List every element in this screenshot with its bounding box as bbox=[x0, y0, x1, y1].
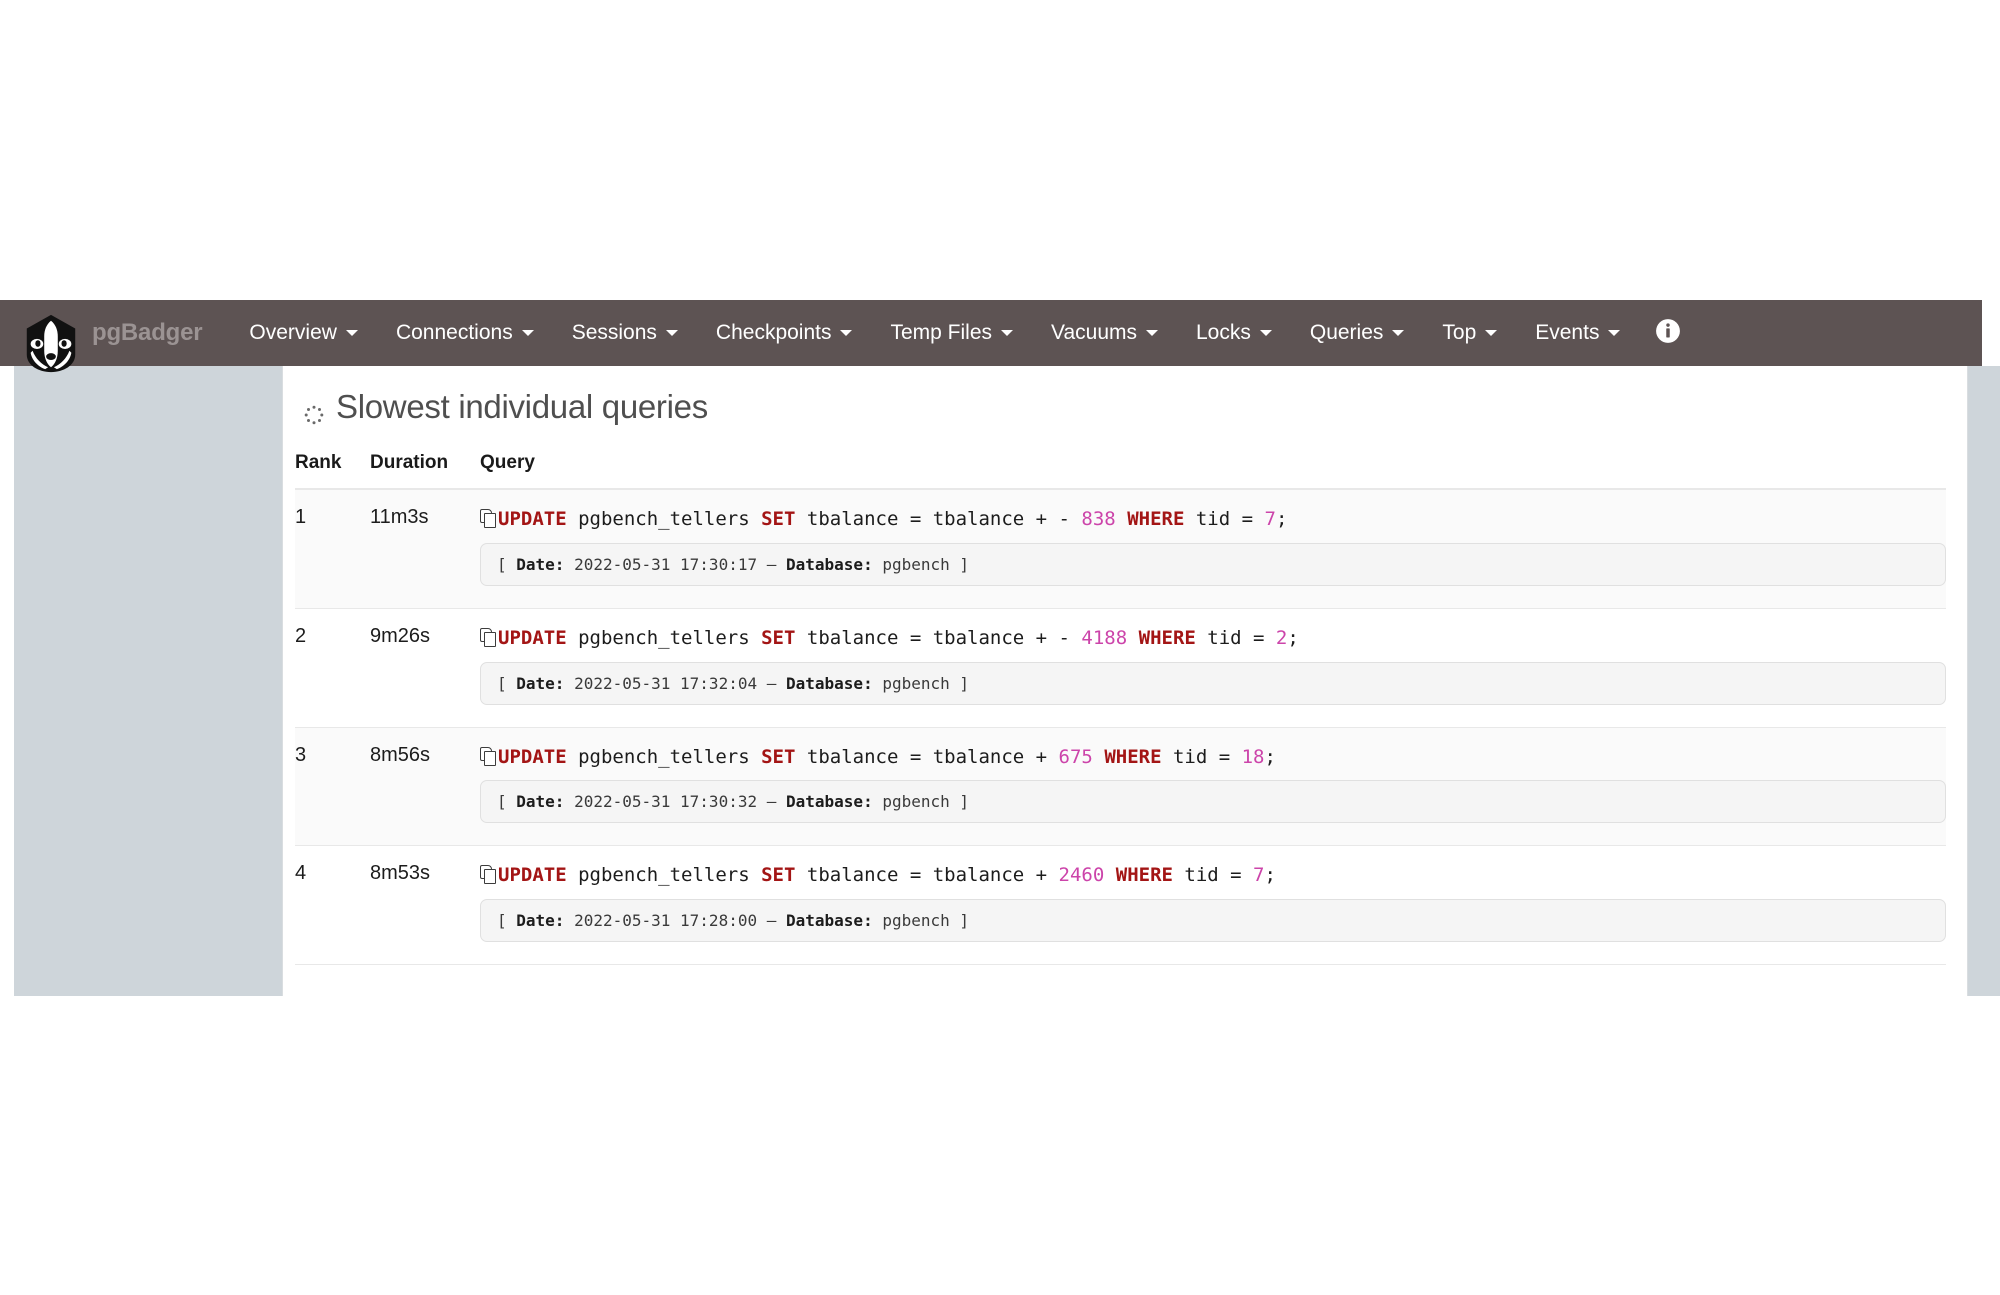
chevron-down-icon bbox=[840, 330, 853, 336]
nav-item-label: Overview bbox=[249, 321, 337, 344]
copy-icon[interactable] bbox=[480, 627, 497, 647]
cell-rank: 3 bbox=[295, 727, 370, 847]
chevron-down-icon bbox=[1608, 330, 1621, 336]
content-left-divider bbox=[282, 366, 283, 996]
chevron-down-icon bbox=[1485, 330, 1498, 336]
chevron-down-icon bbox=[1259, 330, 1272, 336]
content-right-divider bbox=[1967, 366, 1968, 996]
column-header-duration: Duration bbox=[370, 452, 480, 490]
nav-item-temp-files[interactable]: Temp Files bbox=[871, 300, 1032, 366]
nav-item-label: Top bbox=[1442, 321, 1477, 344]
cell-duration: 11m3s bbox=[370, 489, 480, 609]
table-head: Rank Duration Query bbox=[295, 452, 1946, 490]
chevron-down-icon bbox=[1392, 330, 1405, 336]
badger-logo-icon bbox=[20, 312, 82, 374]
brand-name: pgBadger bbox=[92, 319, 203, 346]
nav-item-sessions[interactable]: Sessions bbox=[553, 300, 697, 366]
sql-text: UPDATE pgbench_tellers SET tbalance = tb… bbox=[498, 508, 1288, 530]
column-header-rank: Rank bbox=[295, 452, 370, 490]
cell-rank: 4 bbox=[295, 845, 370, 966]
query-meta-box: [ Date: 2022-05-31 17:30:17 – Database: … bbox=[480, 542, 1946, 586]
info-button[interactable] bbox=[1639, 300, 1697, 366]
nav-item-label: Temp Files bbox=[890, 321, 993, 344]
page-title: Slowest individual queries bbox=[303, 388, 1967, 426]
sql-text: UPDATE pgbench_tellers SET tbalance = tb… bbox=[498, 745, 1276, 768]
nav-item-label: Connections bbox=[395, 321, 513, 344]
left-sidebar-panel bbox=[14, 366, 282, 996]
column-header-query: Query bbox=[480, 452, 1946, 490]
nav-item-label: Events bbox=[1535, 321, 1600, 344]
table-body: 1 11m3s UPDATE pgbench_tellers SET tbalanc… bbox=[295, 489, 1946, 966]
copy-icon[interactable] bbox=[480, 865, 497, 885]
table-row: 1 11m3s UPDATE pgbench_tellers SET tbalanc… bbox=[295, 489, 1946, 609]
query-meta-box: [ Date: 2022-05-31 17:30:32 – Database: … bbox=[480, 780, 1946, 824]
chevron-down-icon bbox=[521, 330, 534, 336]
cell-duration: 8m53s bbox=[370, 845, 480, 966]
cell-query: UPDATE pgbench_tellers SET tbalance = tb… bbox=[480, 727, 1946, 847]
query-meta-box: [ Date: 2022-05-31 17:32:04 – Database: … bbox=[480, 661, 1946, 705]
sql-text: UPDATE pgbench_tellers SET tbalance = tb… bbox=[498, 864, 1276, 887]
chevron-down-icon bbox=[665, 330, 678, 336]
nav-item-events[interactable]: Events bbox=[1516, 300, 1639, 366]
nav-item-checkpoints[interactable]: Checkpoints bbox=[697, 300, 872, 366]
nav-item-vacuums[interactable]: Vacuums bbox=[1032, 300, 1177, 366]
right-scrollbar-rail[interactable] bbox=[1968, 366, 2000, 996]
cell-rank: 2 bbox=[295, 608, 370, 728]
copy-icon[interactable] bbox=[480, 509, 497, 528]
spinner-icon bbox=[303, 396, 325, 425]
sql-statement: UPDATE pgbench_tellers SET tbalance = tb… bbox=[480, 506, 1946, 531]
info-circle-icon bbox=[1655, 318, 1681, 349]
nav-item-label: Sessions bbox=[571, 321, 657, 344]
nav-item-locks[interactable]: Locks bbox=[1177, 300, 1291, 366]
nav-item-top[interactable]: Top bbox=[1423, 300, 1516, 366]
cell-duration: 8m56s bbox=[370, 727, 480, 847]
slowest-queries-table: Rank Duration Query 1 11m3s UPDATE pgbench… bbox=[295, 452, 1946, 966]
table-header-row: Rank Duration Query bbox=[295, 452, 1946, 490]
top-navbar: pgBadger Overview Connections Sessions C… bbox=[0, 300, 1982, 373]
sql-statement: UPDATE pgbench_tellers SET tbalance = tb… bbox=[480, 862, 1946, 887]
chevron-down-icon bbox=[345, 330, 358, 336]
browser-viewport: pgBadger Overview Connections Sessions C… bbox=[0, 300, 2000, 996]
chevron-down-icon bbox=[1146, 330, 1158, 336]
sql-statement: UPDATE pgbench_tellers SET tbalance = tb… bbox=[480, 625, 1946, 650]
cell-duration: 9m26s bbox=[370, 608, 480, 728]
nav-item-label: Locks bbox=[1196, 321, 1251, 344]
cell-query: UPDATE pgbench_tellers SET tbalance = tb… bbox=[480, 608, 1946, 728]
query-meta-box: [ Date: 2022-05-31 17:28:00 – Database: … bbox=[480, 899, 1946, 943]
nav-item-label: Vacuums bbox=[1051, 321, 1137, 344]
nav-item-label: Checkpoints bbox=[715, 321, 832, 344]
cell-query: UPDATE pgbench_tellers SET tbalance = tb… bbox=[480, 489, 1946, 609]
nav-items: Overview Connections Sessions Checkpoint… bbox=[230, 300, 1697, 366]
table-row: 2 9m26s UPDATE pgbench_tellers SET tbalanc… bbox=[295, 608, 1946, 728]
page-title-text: Slowest individual queries bbox=[336, 388, 708, 425]
nav-item-overview[interactable]: Overview bbox=[230, 300, 377, 366]
main-content: Slowest individual queries Rank Duration… bbox=[283, 366, 1967, 996]
table-row: 4 8m53s UPDATE pgbench_tellers SET tbalanc… bbox=[295, 845, 1946, 966]
cell-rank: 1 bbox=[295, 489, 370, 609]
sql-statement: UPDATE pgbench_tellers SET tbalance = tb… bbox=[480, 744, 1946, 769]
chevron-down-icon bbox=[1001, 330, 1014, 336]
cell-query: UPDATE pgbench_tellers SET tbalance = tb… bbox=[480, 845, 1946, 966]
brand[interactable]: pgBadger bbox=[0, 300, 203, 373]
copy-icon[interactable] bbox=[480, 746, 497, 766]
nav-item-connections[interactable]: Connections bbox=[377, 300, 553, 366]
nav-item-queries[interactable]: Queries bbox=[1291, 300, 1424, 366]
nav-item-label: Queries bbox=[1309, 321, 1384, 344]
sql-text: UPDATE pgbench_tellers SET tbalance = tb… bbox=[498, 626, 1299, 649]
table-row: 3 8m56s UPDATE pgbench_tellers SET tbalanc… bbox=[295, 727, 1946, 847]
